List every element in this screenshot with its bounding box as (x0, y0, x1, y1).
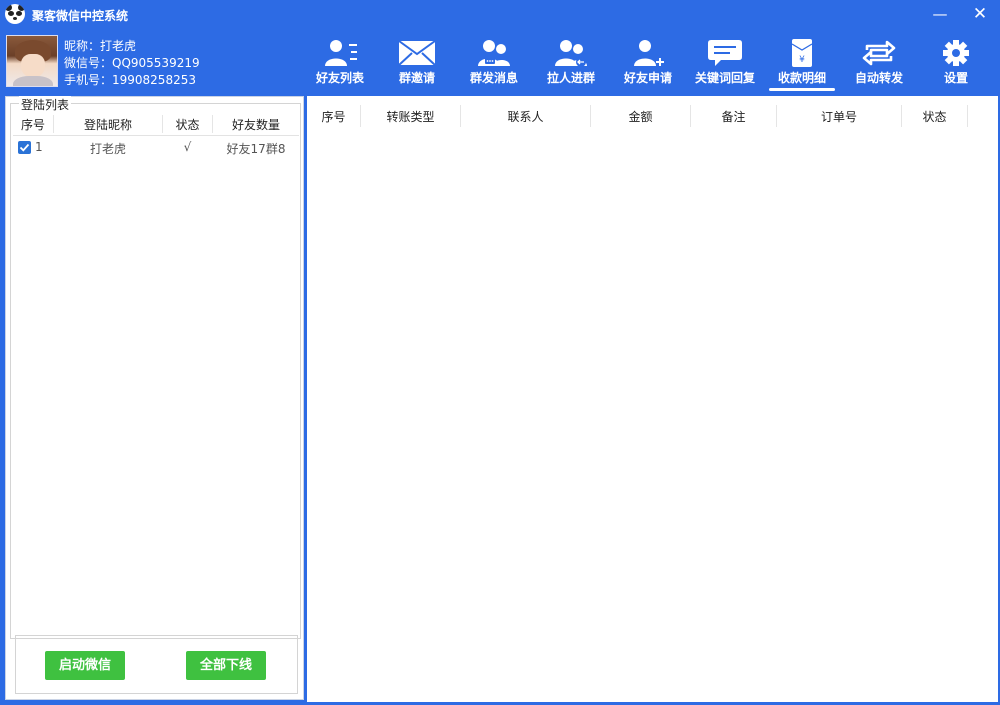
app-window: 聚客微信中控系统 — ✕ 昵称：打老虎 微信号：QQ905539219 手机号：… (0, 0, 1000, 705)
col-contact[interactable]: 联系人 (461, 108, 590, 125)
toolbar-friend-request[interactable]: 好友申请 (609, 38, 687, 88)
col-order-number[interactable]: 订单号 (777, 108, 901, 125)
toolbar-friends-list[interactable]: 好友列表 (301, 38, 379, 88)
toolbar-label: 关键词回复 (694, 71, 755, 85)
keyword-reply-icon (708, 40, 742, 66)
table-row[interactable]: 1 打老虎 √ 好友17群8 (13, 138, 299, 158)
toolbar-settings[interactable]: 设置 (917, 38, 995, 88)
toolbar-label: 群邀请 (398, 71, 435, 85)
title-bar[interactable]: 聚客微信中控系统 — ✕ (0, 0, 1000, 28)
col-status[interactable]: 状态 (163, 116, 212, 133)
panda-logo-icon (5, 4, 25, 24)
action-button-group: 启动微信 全部下线 (15, 635, 298, 694)
toolbar-label: 拉人进群 (546, 71, 595, 85)
svg-text:¥: ¥ (799, 55, 805, 65)
check-icon (19, 143, 30, 152)
toolbar-label: 好友列表 (315, 71, 364, 85)
auto-forward-icon (862, 40, 896, 66)
gear-icon (943, 40, 969, 66)
toolbar-payment-details[interactable]: ¥ 收款明细 (763, 38, 841, 91)
login-list-group: 登陆列表 序号 登陆昵称 状态 好友数量 1 打老虎 √ 好友17群8 (10, 96, 301, 639)
all-offline-button[interactable]: 全部下线 (186, 651, 266, 680)
row-checkbox[interactable] (18, 141, 31, 154)
col-amount[interactable]: 金额 (591, 108, 690, 125)
payment-table-header: 序号 转账类型 联系人 金额 备注 订单号 状态 (307, 103, 968, 127)
login-list-legend: 登陆列表 (19, 96, 72, 113)
profile-nickname: 昵称：打老虎 (64, 39, 137, 53)
toolbar-label: 好友申请 (623, 71, 672, 85)
login-list-panel: 登陆列表 序号 登陆昵称 状态 好友数量 1 打老虎 √ 好友17群8 启动微信… (5, 96, 304, 700)
toolbar-label: 群发消息 (469, 71, 518, 85)
toolbar-pull-into-group[interactable]: 拉人进群 (532, 38, 610, 88)
friends-list-icon (325, 40, 357, 66)
col-status[interactable]: 状态 (902, 108, 967, 125)
toolbar-group-invite[interactable]: 群邀请 (378, 38, 456, 88)
col-remark[interactable]: 备注 (691, 108, 776, 125)
avatar (6, 35, 58, 87)
toolbar-label: 自动转发 (854, 71, 903, 85)
start-wechat-button[interactable]: 启动微信 (45, 651, 125, 680)
toolbar-label: 收款明细 (777, 71, 826, 85)
payment-details-panel: 序号 转账类型 联系人 金额 备注 订单号 状态 (307, 96, 998, 702)
mass-message-icon (478, 40, 510, 66)
col-index[interactable]: 序号 (307, 108, 360, 125)
friend-request-icon (634, 40, 664, 66)
close-button[interactable]: ✕ (962, 0, 998, 28)
active-tab-indicator (769, 88, 835, 91)
toolbar-keyword-reply[interactable]: 关键词回复 (686, 38, 764, 88)
toolbar-label: 设置 (943, 71, 968, 85)
row-index: 1 (35, 140, 43, 154)
payment-details-icon: ¥ (791, 39, 813, 67)
row-friend-count: 好友17群8 (226, 142, 286, 156)
profile-wechat-id: 微信号：QQ905539219 (64, 56, 200, 70)
row-status: √ (183, 140, 192, 154)
toolbar-auto-forward[interactable]: 自动转发 (840, 38, 918, 88)
col-index[interactable]: 序号 (13, 116, 53, 133)
toolbar-mass-message[interactable]: 群发消息 (455, 38, 533, 88)
row-nickname: 打老虎 (89, 142, 126, 156)
col-transfer-type[interactable]: 转账类型 (361, 108, 460, 125)
login-table-header: 序号 登陆昵称 状态 好友数量 (13, 112, 299, 136)
group-invite-icon (398, 40, 436, 66)
profile-phone: 手机号：19908258253 (64, 73, 196, 87)
col-nickname[interactable]: 登陆昵称 (54, 116, 162, 133)
minimize-button[interactable]: — (922, 0, 958, 28)
pull-into-group-icon (555, 40, 587, 67)
col-friend-count[interactable]: 好友数量 (213, 116, 299, 133)
window-title: 聚客微信中控系统 (32, 9, 129, 23)
